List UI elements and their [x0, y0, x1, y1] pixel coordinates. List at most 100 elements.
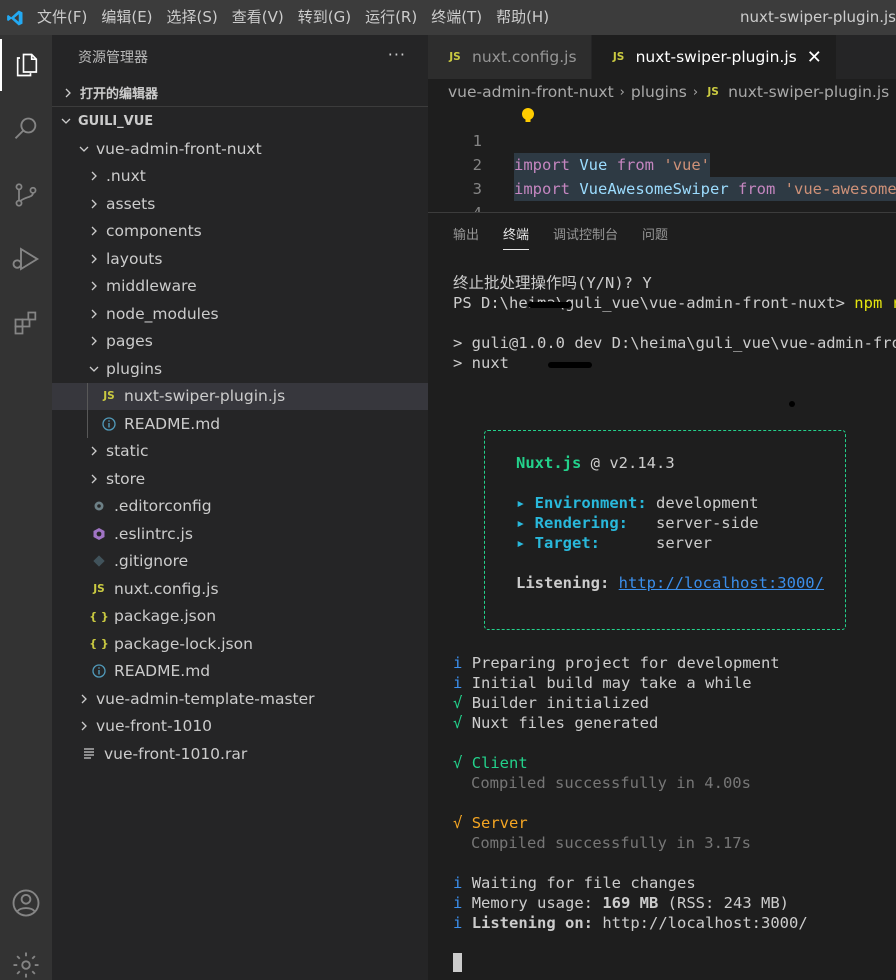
terminal-line: √ Client [453, 754, 528, 772]
json-file-icon: { } [89, 609, 109, 623]
file-item[interactable]: vue-front-1010.rar [52, 740, 428, 768]
file-item[interactable]: .editorconfig [52, 493, 428, 521]
workspace-label: GUILI_VUE [78, 113, 154, 129]
menu-view[interactable]: 查看(V) [225, 0, 291, 35]
chevron-right-icon [86, 251, 102, 267]
terminal-line: √ Nuxt files generated [453, 714, 659, 732]
js-file-icon: JS [612, 51, 625, 63]
terminal-line: √ Server [453, 814, 528, 832]
folder-item[interactable]: static [52, 438, 428, 466]
tab-nuxt-swiper-plugin[interactable]: JS nuxt-swiper-plugin.js ✕ [591, 35, 837, 79]
chevron-right-icon [76, 691, 92, 707]
folder-item[interactable]: pages [52, 328, 428, 356]
file-item[interactable]: .eslintrc.js [52, 520, 428, 548]
tree-item-label: nuxt-swiper-plugin.js [124, 387, 286, 406]
tree-item-label: README.md [124, 414, 221, 433]
tab-terminal[interactable]: 终端 [503, 213, 530, 259]
menu-file[interactable]: 文件(F) [30, 0, 94, 35]
folder-item[interactable]: layouts [52, 245, 428, 273]
folder-item[interactable]: vue-front-1010 [52, 713, 428, 741]
code-line: 5 [428, 201, 896, 212]
terminal-line: √ Builder initialized [453, 694, 649, 712]
terminal-line: PS D:\heima\guli_vue\vue-admin-front-nux… [453, 294, 896, 312]
file-tree: vue-admin-front-nuxt .nuxt assets component… [52, 135, 428, 768]
folder-item[interactable]: node_modules [52, 300, 428, 328]
tree-item-label: node_modules [106, 304, 219, 323]
workspace-section[interactable]: GUILI_VUE [52, 107, 428, 135]
menu-terminal[interactable]: 终端(T) [424, 0, 489, 35]
activity-bar [0, 35, 52, 980]
code-line: 3 [428, 153, 896, 198]
breadcrumb-item[interactable]: plugins [631, 83, 687, 101]
tree-item-label: README.md [114, 662, 211, 681]
js-file-icon: JS [449, 51, 461, 63]
tree-item-label: plugins [106, 359, 163, 378]
file-item[interactable]: { } package-lock.json [52, 630, 428, 658]
file-item[interactable]: README.md [52, 658, 428, 686]
file-item[interactable]: JS nuxt-swiper-plugin.js [52, 382, 428, 410]
breadcrumb-item[interactable]: nuxt-swiper-plugin.js [728, 83, 889, 101]
menu-run[interactable]: 运行(R) [358, 0, 424, 35]
folder-item[interactable]: plugins [52, 355, 428, 383]
terminal-line: 终止批处理操作吗(Y/N)? Y [453, 274, 652, 292]
chevron-right-icon [86, 471, 102, 487]
folder-item[interactable]: vue-admin-template-master [52, 685, 428, 713]
extensions-icon[interactable] [0, 297, 52, 349]
run-debug-icon[interactable] [0, 233, 52, 285]
open-editors-label: 打开的编辑器 [80, 87, 159, 102]
tab-nuxt-config[interactable]: JS nuxt.config.js [428, 35, 592, 79]
menu-selection[interactable]: 选择(S) [160, 0, 225, 35]
tree-item-label: nuxt.config.js [114, 579, 219, 598]
info-file-icon [90, 662, 108, 680]
redaction-mark [548, 362, 592, 368]
source-control-icon[interactable] [0, 169, 52, 221]
menu-help[interactable]: 帮助(H) [489, 0, 556, 35]
code-line: 2 import VueAwesomeSwiper from 'vue-awes… [428, 129, 896, 201]
breadcrumb: vue-admin-front-nuxt › plugins › JS nuxt… [428, 79, 896, 105]
tree-item-label: vue-front-1010.rar [104, 744, 248, 763]
chevron-down-icon [58, 113, 74, 129]
file-item[interactable]: README.md [52, 410, 428, 438]
tab-problems[interactable]: 问题 [642, 213, 668, 259]
code-line: 4 Vue.use(VueAwesomeSwiper) [428, 177, 896, 212]
folder-item[interactable]: components [52, 218, 428, 246]
folder-item[interactable]: middleware [52, 273, 428, 301]
js-file-icon: JS [707, 86, 719, 98]
folder-item[interactable]: assets [52, 190, 428, 218]
menu-edit[interactable]: 编辑(E) [94, 0, 159, 35]
folder-item[interactable]: .nuxt [52, 163, 428, 191]
chevron-down-icon [76, 141, 92, 157]
tree-item-label: pages [106, 332, 153, 351]
vscode-logo-icon [0, 0, 30, 35]
title-bar: 文件(F) 编辑(E) 选择(S) 查看(V) 转到(G) 运行(R) 终端(T… [0, 0, 896, 35]
chevron-right-icon [86, 443, 102, 459]
folder-item[interactable]: store [52, 465, 428, 493]
search-icon[interactable] [0, 103, 52, 155]
file-item[interactable]: { } package.json [52, 603, 428, 631]
file-item[interactable]: JS nuxt.config.js [52, 575, 428, 603]
lightbulb-icon[interactable] [520, 107, 536, 129]
account-icon[interactable] [0, 877, 52, 929]
folder-item[interactable]: vue-admin-front-nuxt [52, 135, 428, 163]
terminal-line: i Preparing project for development [453, 654, 780, 672]
indent-guide [87, 410, 88, 438]
open-editors-section[interactable]: 打开的编辑器 [52, 79, 428, 107]
git-file-icon [90, 552, 108, 570]
code-editor[interactable]: 1 import Vue from 'vue' 2 import VueAwes… [428, 105, 896, 212]
tab-debug-console[interactable]: 调试控制台 [553, 213, 618, 259]
breadcrumb-item[interactable]: vue-admin-front-nuxt [448, 83, 614, 101]
tab-output[interactable]: 输出 [453, 213, 479, 259]
more-actions-icon[interactable]: ··· [388, 45, 406, 64]
tree-item-label: package.json [114, 607, 217, 626]
chevron-right-icon [86, 196, 102, 212]
tree-item-label: package-lock.json [114, 634, 253, 653]
chevron-right-icon [86, 333, 102, 349]
explorer-icon[interactable] [0, 39, 52, 91]
terminal-line: Compiled successfully in 3.17s [471, 834, 751, 852]
settings-gear-icon[interactable] [0, 939, 52, 980]
menu-go[interactable]: 转到(G) [291, 0, 358, 35]
file-item[interactable]: .gitignore [52, 548, 428, 576]
tree-item-label: store [106, 469, 146, 488]
bottom-panel: 输出 终端 调试控制台 问题 终止批处理操作吗(Y/N)? Y PS D:\he… [428, 212, 896, 980]
close-icon[interactable]: ✕ [807, 47, 822, 68]
